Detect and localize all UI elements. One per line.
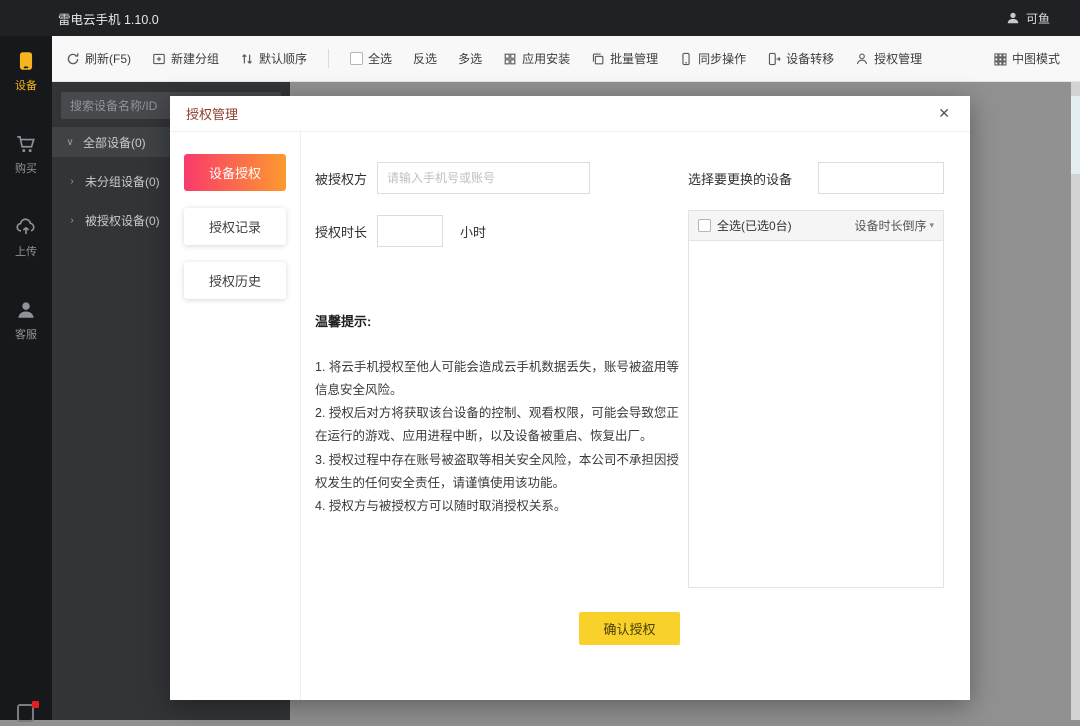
grantee-label: 被授权方 <box>315 169 377 188</box>
notification-badge <box>32 701 39 708</box>
modal-header: 授权管理 ✕ <box>170 96 970 132</box>
app-install-button[interactable]: 应用安装 <box>503 50 570 67</box>
app-install-label: 应用安装 <box>522 50 570 67</box>
new-group-button[interactable]: 新建分组 <box>152 50 219 67</box>
sidebar-item-support[interactable]: 客服 <box>0 299 52 342</box>
caret-down-icon: ▾ <box>929 220 934 231</box>
cloud-upload-icon <box>15 216 37 238</box>
tree-group-label: 被授权设备(0) <box>85 212 160 229</box>
sidebar-item-upload[interactable]: 上传 <box>0 216 52 259</box>
sync-operation-label: 同步操作 <box>698 50 746 67</box>
modal-tabs: 设备授权 授权记录 授权历史 <box>170 132 301 700</box>
user-icon <box>1006 11 1020 25</box>
device-transfer-label: 设备转移 <box>786 50 834 67</box>
select-all-control[interactable]: 全选 <box>350 50 392 67</box>
sort-label: 设备时长倒序 <box>854 217 926 234</box>
sidebar-item-feedback[interactable] <box>17 704 35 726</box>
multi-select-button[interactable]: 多选 <box>458 50 482 67</box>
sidebar-item-label: 购买 <box>15 160 37 176</box>
app-title: 雷电云手机 1.10.0 <box>58 9 159 28</box>
scrollbar-thumb[interactable] <box>1071 96 1080 174</box>
app-sidebar: 设备 购买 上传 客服 <box>0 36 52 720</box>
grid-view-icon <box>993 52 1007 66</box>
default-order-button[interactable]: 默认顺序 <box>240 50 307 67</box>
select-all-checkbox[interactable] <box>350 52 363 65</box>
tree-group-label: 未分组设备(0) <box>85 173 160 190</box>
tip-item: 1. 将云手机授权至他人可能会造成云手机数据丢失，账号被盗用等信息安全风险。 <box>315 356 681 402</box>
close-icon[interactable]: ✕ <box>934 103 954 124</box>
app-grid-icon <box>503 52 517 66</box>
sync-operation-button[interactable]: 同步操作 <box>679 50 746 67</box>
titlebar: 雷电云手机 1.10.0 可鱼 <box>0 0 1080 36</box>
device-box-body <box>689 241 943 587</box>
chevron-down-icon: ∨ <box>65 137 75 148</box>
new-group-label: 新建分组 <box>171 50 219 67</box>
auth-person-icon <box>855 52 869 66</box>
user-account-button[interactable]: 可鱼 <box>1006 10 1050 27</box>
duration-unit: 小时 <box>460 222 486 241</box>
refresh-button[interactable]: 刷新(F5) <box>66 50 131 67</box>
confirm-authorize-button[interactable]: 确认授权 <box>579 612 680 645</box>
new-group-icon <box>152 52 166 66</box>
shopping-cart-icon <box>15 133 37 155</box>
tip-item: 2. 授权后对方将获取该台设备的控制、观看权限，可能会导致您正在运行的游戏、应用… <box>315 402 681 448</box>
sort-order-icon <box>240 52 254 66</box>
device-box-header: 全选(已选0台) 设备时长倒序 ▾ <box>689 211 943 241</box>
customer-service-icon <box>15 299 37 321</box>
chevron-right-icon: › <box>67 176 77 187</box>
username: 可鱼 <box>1026 10 1050 27</box>
transfer-phone-icon <box>767 52 781 66</box>
auth-manage-label: 授权管理 <box>874 50 922 67</box>
tree-group-label: 全部设备(0) <box>83 134 146 151</box>
toolbar: 刷新(F5) 新建分组 默认顺序 全选 反选 多选 应用安装 批量管理 <box>52 36 1080 82</box>
chevron-right-icon: › <box>67 215 77 226</box>
view-mode-button[interactable]: 中图模式 <box>993 50 1066 67</box>
select-all-label: 全选 <box>368 50 392 67</box>
invert-select-label: 反选 <box>413 50 437 67</box>
batch-layers-icon <box>591 52 605 66</box>
tips-list: 1. 将云手机授权至他人可能会造成云手机数据丢失，账号被盗用等信息安全风险。 2… <box>315 356 681 518</box>
sidebar-item-devices[interactable]: 设备 <box>0 50 52 93</box>
sort-dropdown[interactable]: 设备时长倒序 ▾ <box>854 217 934 234</box>
grantee-input[interactable] <box>377 162 590 194</box>
tips-title: 温馨提示: <box>315 311 681 330</box>
default-order-label: 默认顺序 <box>259 50 307 67</box>
device-transfer-button[interactable]: 设备转移 <box>767 50 834 67</box>
sidebar-item-label: 设备 <box>15 77 37 93</box>
refresh-label: 刷新(F5) <box>85 50 131 67</box>
device-select-label: 选择要更换的设备 <box>688 169 792 188</box>
scrollbar-track[interactable] <box>1071 82 1080 720</box>
box-select-all-checkbox[interactable] <box>698 219 711 232</box>
sidebar-item-label: 客服 <box>15 326 37 342</box>
invert-select-button[interactable]: 反选 <box>413 50 437 67</box>
tab-authorize-records[interactable]: 授权记录 <box>184 208 286 245</box>
device-filter-input[interactable] <box>818 162 944 194</box>
sidebar-item-label: 上传 <box>15 243 37 259</box>
device-phone-icon <box>15 50 37 72</box>
batch-manage-label: 批量管理 <box>610 50 658 67</box>
sync-phone-icon <box>679 52 693 66</box>
tip-item: 3. 授权过程中存在账号被盗取等相关安全风险，本公司不承担因授权发生的任何安全责… <box>315 449 681 495</box>
batch-manage-button[interactable]: 批量管理 <box>591 50 658 67</box>
sidebar-item-buy[interactable]: 购买 <box>0 133 52 176</box>
modal-content: 被授权方 授权时长 小时 温馨提示: 1. 将云手机授权至他人可能会造成云手机数… <box>301 132 970 700</box>
authorization-modal: 授权管理 ✕ 设备授权 授权记录 授权历史 被授权方 授权时长 小时 <box>170 96 970 700</box>
tab-device-authorize[interactable]: 设备授权 <box>184 154 286 191</box>
multi-select-label: 多选 <box>458 50 482 67</box>
tip-item: 4. 授权方与被授权方可以随时取消授权关系。 <box>315 495 681 518</box>
box-select-all-label: 全选(已选0台) <box>717 217 792 234</box>
tab-authorize-history[interactable]: 授权历史 <box>184 262 286 299</box>
auth-manage-button[interactable]: 授权管理 <box>855 50 922 67</box>
authorize-form: 被授权方 授权时长 小时 温馨提示: 1. 将云手机授权至他人可能会造成云手机数… <box>315 162 681 588</box>
view-mode-label: 中图模式 <box>1012 50 1060 67</box>
modal-body: 设备授权 授权记录 授权历史 被授权方 授权时长 小时 温馨提示: <box>170 132 970 700</box>
duration-label: 授权时长 <box>315 222 377 241</box>
device-select-section: 选择要更换的设备 全选(已选0台) 设备时长倒序 ▾ <box>688 162 944 588</box>
modal-title: 授权管理 <box>186 104 238 123</box>
toolbar-divider <box>328 49 329 68</box>
refresh-icon <box>66 52 80 66</box>
duration-input[interactable] <box>377 215 443 247</box>
device-select-box: 全选(已选0台) 设备时长倒序 ▾ <box>688 210 944 588</box>
